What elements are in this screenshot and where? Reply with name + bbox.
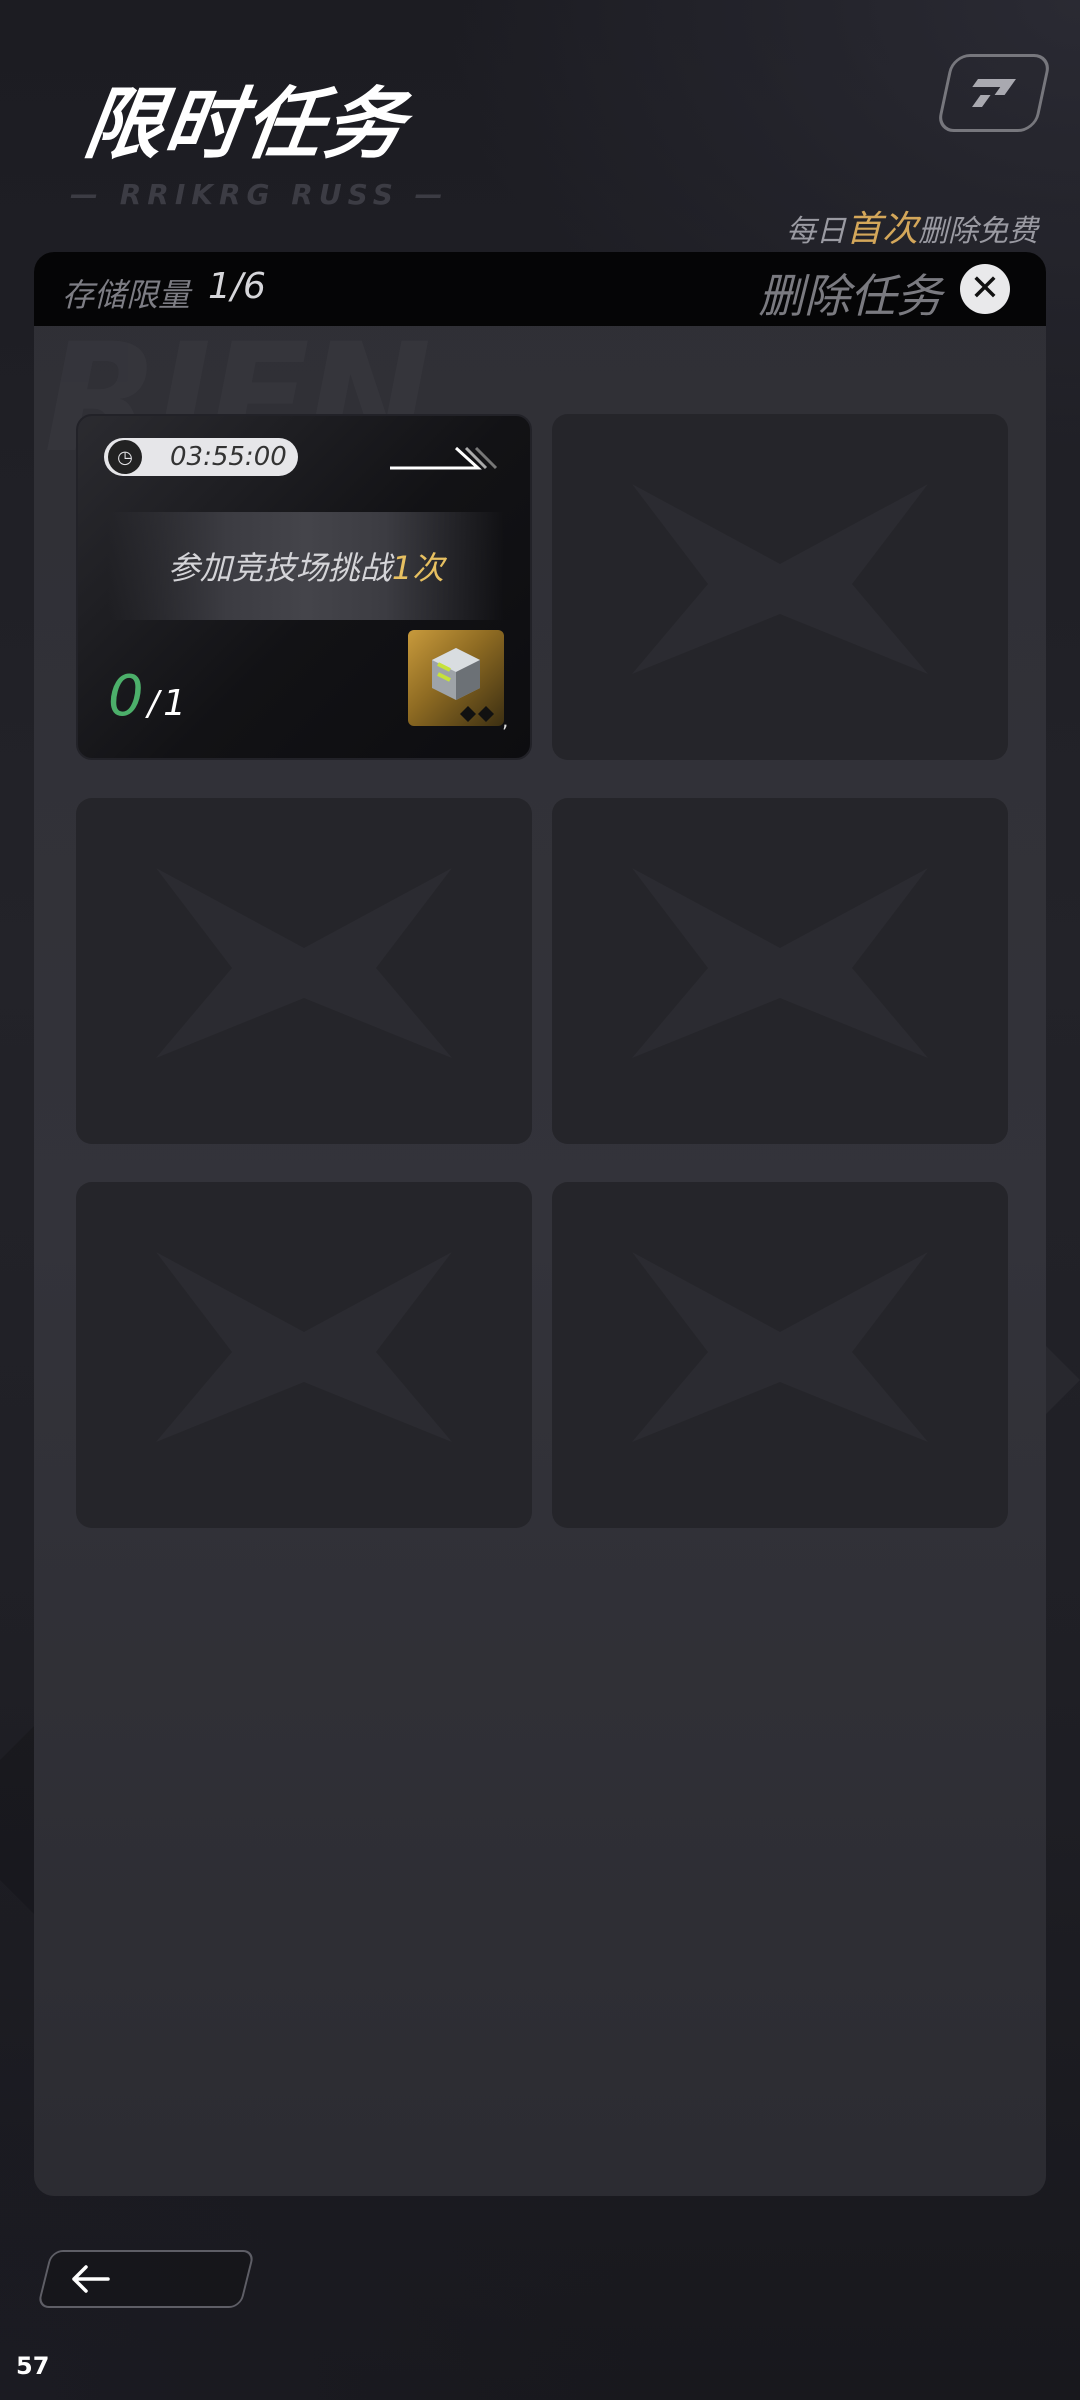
back-button[interactable] bbox=[36, 2250, 256, 2308]
empty-task-slot bbox=[76, 1182, 532, 1528]
title-decoration: — RRIKRG RUSS — bbox=[70, 178, 449, 211]
clock-icon: ◷ bbox=[108, 440, 142, 474]
slot-emblem-icon bbox=[632, 1252, 928, 1442]
slot-emblem-icon bbox=[156, 1252, 452, 1442]
arrow-logo-icon bbox=[972, 79, 1016, 107]
slot-emblem-icon bbox=[632, 868, 928, 1058]
task-panel: RIEN 存储限量 1/6 删除任务 ✕ ◷ 03:55:00 参加竞技场挑战 1… bbox=[34, 252, 1046, 2196]
page-number: 57 bbox=[16, 2352, 50, 2380]
storage-value: 1/6 bbox=[208, 266, 266, 307]
gem-cube-icon bbox=[432, 648, 494, 722]
arrow-left-icon bbox=[72, 2265, 110, 2293]
slot-emblem-icon bbox=[156, 868, 452, 1058]
free-note-suffix: 删除免费 bbox=[918, 214, 1038, 249]
empty-task-slot bbox=[552, 798, 1008, 1144]
task-description-highlight: 1次 bbox=[391, 549, 445, 587]
progress-total: 1 bbox=[163, 683, 187, 724]
close-icon: ✕ bbox=[969, 268, 1001, 309]
task-description: 参加竞技场挑战 1次 bbox=[108, 512, 504, 620]
panel-header-bar: 存储限量 1/6 删除任务 ✕ bbox=[34, 252, 1046, 326]
delete-task-button[interactable]: ✕ bbox=[960, 264, 1010, 314]
progress-separator: / bbox=[147, 684, 160, 724]
timer-text: 03:55:00 bbox=[170, 442, 287, 472]
empty-task-slot bbox=[552, 1182, 1008, 1528]
mode-badge-icon[interactable] bbox=[935, 54, 1053, 132]
task-description-text: 参加竞技场挑战 bbox=[167, 549, 392, 587]
empty-task-slot bbox=[76, 798, 532, 1144]
free-note-highlight: 首次 bbox=[845, 209, 918, 250]
arrow-decoration-icon bbox=[390, 446, 498, 470]
reward-item[interactable] bbox=[408, 630, 504, 726]
delete-task-label[interactable]: 删除任务 bbox=[758, 260, 942, 326]
free-note-prefix: 每日 bbox=[785, 214, 846, 249]
storage-label: 存储限量 bbox=[62, 276, 191, 314]
progress-current: 0 bbox=[108, 664, 144, 729]
task-timer: ◷ 03:55:00 bbox=[104, 438, 298, 476]
slot-emblem-icon bbox=[632, 484, 928, 674]
reward-count: , bbox=[502, 708, 509, 732]
task-progress: 0/1 bbox=[108, 664, 186, 729]
free-delete-note: 每日首次删除免费 bbox=[786, 200, 1038, 252]
task-card[interactable]: ◷ 03:55:00 参加竞技场挑战 1次 0/1 , bbox=[76, 414, 532, 760]
empty-task-slot bbox=[552, 414, 1008, 760]
page-title: 限时任务 bbox=[78, 80, 412, 170]
